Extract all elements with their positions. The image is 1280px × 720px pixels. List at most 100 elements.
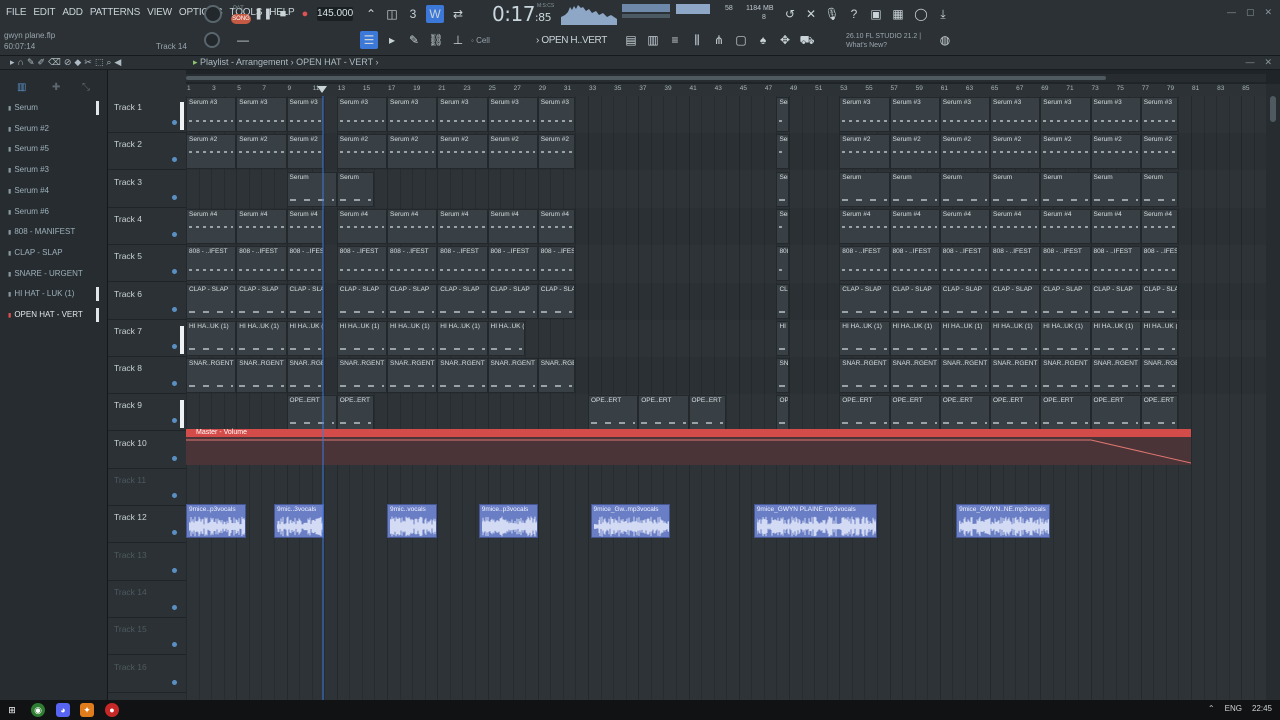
pattern-clip[interactable]: 808 - ..IFEST xyxy=(336,246,387,282)
pattern-item[interactable]: ▮ 808 - MANIFEST xyxy=(8,224,100,240)
track-lane[interactable]: OPE..ERT OPE..ERT OPE..ERT OPE..ERT OPE..ERT… xyxy=(186,394,1266,431)
menu-patterns[interactable]: PATTERNS xyxy=(90,7,140,18)
pattern-clip[interactable]: Serum #4 xyxy=(1140,208,1179,244)
pattern-clip[interactable]: Serum xyxy=(286,171,337,207)
pattern-clip[interactable]: Serum #4 xyxy=(286,208,325,244)
track-header[interactable]: Track 9 xyxy=(108,394,186,432)
pattern-clip[interactable]: Serum #4 xyxy=(437,208,488,244)
audio-clip[interactable]: 9mice..p3vocals xyxy=(186,504,247,538)
pattern-clip[interactable]: Serum #3 xyxy=(776,97,789,132)
pattern-clip[interactable]: SNAR..RGENT xyxy=(437,358,488,394)
pattern-clip[interactable]: Serum #2 xyxy=(1140,134,1179,170)
pattern-clip[interactable]: OPE..ERT xyxy=(1040,395,1091,431)
pattern-clip[interactable]: Serum #2 xyxy=(336,134,387,170)
select-icon[interactable]: ⬚ xyxy=(95,57,104,68)
pattern-clip[interactable]: HI HA..UK (1) xyxy=(437,320,488,356)
pattern-clip[interactable]: CLAP - SLAP xyxy=(990,283,1041,319)
pattern-clip[interactable]: SNAR..RGENT xyxy=(1090,358,1141,394)
pattern-clip[interactable]: CLAP - SLAP xyxy=(487,283,538,319)
pattern-clip[interactable]: Serum xyxy=(839,171,890,207)
playlist-icon[interactable]: ▤ xyxy=(622,31,640,49)
pattern-clip[interactable]: OPE..ERT xyxy=(336,395,375,431)
pattern-clip[interactable]: HI HA..UK (1) xyxy=(990,320,1041,356)
pattern-clip[interactable]: Serum #3 xyxy=(990,97,1041,132)
track-mute-led[interactable] xyxy=(172,120,177,125)
pause-icon[interactable]: ❚❚ xyxy=(254,6,272,22)
minimize-icon[interactable]: — xyxy=(1227,7,1236,18)
plugin-icon[interactable]: ▦ xyxy=(889,5,907,23)
pattern-clip[interactable]: Serum #3 xyxy=(186,97,237,132)
master-volume-automation-clip[interactable]: Master - Volume xyxy=(186,429,1191,465)
slice-icon[interactable]: ✂ xyxy=(84,57,92,68)
track-mute-led[interactable] xyxy=(172,604,177,610)
playlist-view-icon[interactable]: ☰ xyxy=(360,31,378,49)
cart-icon[interactable]: ⛟ xyxy=(798,31,816,49)
pencil-icon[interactable]: ✎ xyxy=(405,31,423,49)
pattern-clip[interactable]: SNAR..RGENT xyxy=(186,358,237,394)
pattern-clip[interactable]: CLAP - SLAP xyxy=(1040,283,1091,319)
snap-selector[interactable]: ◦ Cell xyxy=(471,34,527,48)
record-app-icon[interactable]: ● xyxy=(105,703,119,717)
track-header[interactable]: Track 15 xyxy=(108,618,186,656)
pattern-clip[interactable]: Serum #3 xyxy=(1040,97,1091,132)
track-mute-led[interactable] xyxy=(172,381,177,387)
tempo-display[interactable]: 145.000 xyxy=(317,7,353,21)
pattern-clip[interactable]: OPE..ERT xyxy=(588,395,639,431)
track-lane[interactable]: Serum #3 Serum #3 Serum #3 Serum #3 Serum #3… xyxy=(186,96,1266,133)
tray-chevron-icon[interactable]: ⌃ xyxy=(1208,704,1215,713)
pattern-clip[interactable]: Serum #2 xyxy=(1090,134,1141,170)
pattern-clip[interactable]: OPE..ERT xyxy=(638,395,689,431)
pattern-clip[interactable]: CLAP - SLAP xyxy=(1140,283,1179,319)
pattern-clip[interactable]: 808 - ..IFEST xyxy=(990,246,1041,282)
pattern-clip[interactable]: Serum #2 xyxy=(286,134,325,170)
stamp-icon[interactable]: ⊥ xyxy=(449,31,467,49)
mixer-reset-icon[interactable]: ✕ xyxy=(802,5,820,23)
playlist-close-icon[interactable]: ✕ xyxy=(1264,57,1272,68)
pattern-clip[interactable]: CLAP - SLAP xyxy=(186,283,237,319)
pattern-clip[interactable]: 808 - ..IFEST xyxy=(839,246,890,282)
close-icon[interactable]: ✕ xyxy=(1264,7,1272,18)
pattern-clip[interactable]: OPE..ERT xyxy=(839,395,890,431)
master-pitch-slider[interactable] xyxy=(622,14,670,18)
pattern-clip[interactable]: Serum #2 xyxy=(236,134,287,170)
pattern-clip[interactable]: Serum #2 xyxy=(186,134,237,170)
pattern-clip[interactable]: SNAR..RGENT xyxy=(939,358,990,394)
track-header[interactable]: Track 12 xyxy=(108,506,186,544)
audio-clip[interactable]: 9mice_GWYN PLAINE.mp3vocals xyxy=(753,504,877,538)
pattern-clip[interactable]: Serum #3 xyxy=(387,97,438,132)
pattern-clip[interactable]: SNAR..RGENT xyxy=(487,358,538,394)
pattern-clip[interactable]: Serum #4 xyxy=(1090,208,1141,244)
pattern-clip[interactable]: OPE..ERT xyxy=(889,395,940,431)
pattern-item[interactable]: ▮ SNARE - URGENT xyxy=(8,266,100,282)
pattern-clip[interactable]: SNAR..RGENT xyxy=(1140,358,1179,394)
pattern-clip[interactable]: CLAP - SLAP xyxy=(889,283,940,319)
track-header[interactable]: Track 4 xyxy=(108,208,186,245)
pattern-clip[interactable]: SNAR..RGENT xyxy=(387,358,438,394)
mute-icon[interactable]: ⊘ xyxy=(64,57,72,68)
pattern-clip[interactable]: Serum #3 xyxy=(1090,97,1141,132)
pattern-clip[interactable]: Serum #4 xyxy=(487,208,538,244)
track-lane[interactable]: HI HA..UK (1) HI HA..UK (1) HI HA..UK (1) H… xyxy=(186,320,1266,357)
pattern-clip[interactable]: HI HA..UK (1) xyxy=(336,320,387,356)
pattern-clip[interactable]: CLAP - SLAP xyxy=(537,283,576,319)
track-mute-led[interactable] xyxy=(172,567,177,573)
draw-icon[interactable]: ✎ xyxy=(27,57,35,68)
windows-icon[interactable]: ⊞ xyxy=(5,703,19,717)
pattern-clip[interactable]: HI HA..UK (1) xyxy=(487,320,526,356)
pattern-clip[interactable]: 808 - ..IFEST xyxy=(487,246,538,282)
audio-clip[interactable]: 9mice_GWYN..NE.mp3vocals xyxy=(956,504,1051,538)
online-icon[interactable]: ◍ xyxy=(936,31,954,49)
pattern-clip[interactable]: Serum xyxy=(939,171,990,207)
playback-icon[interactable]: ◀ xyxy=(114,57,121,68)
track-mute-led[interactable] xyxy=(172,157,177,163)
pattern-clip[interactable]: HI HA..UK (1) xyxy=(776,320,789,356)
pattern-clip[interactable]: OPE..ERT xyxy=(990,395,1041,431)
zoom-icon[interactable]: ⌕ xyxy=(106,57,111,68)
pattern-item[interactable]: ▮ Serum #6 xyxy=(8,204,100,220)
pattern-clip[interactable]: CLAP - SLAP xyxy=(236,283,287,319)
track-header[interactable]: Track 1 xyxy=(108,96,186,133)
master-pitch-knob[interactable] xyxy=(204,32,220,48)
maximize-icon[interactable]: ▢ xyxy=(1246,7,1255,18)
next-icon[interactable]: ▸ xyxy=(383,31,401,49)
horizontal-scrollbar[interactable] xyxy=(186,74,1266,82)
